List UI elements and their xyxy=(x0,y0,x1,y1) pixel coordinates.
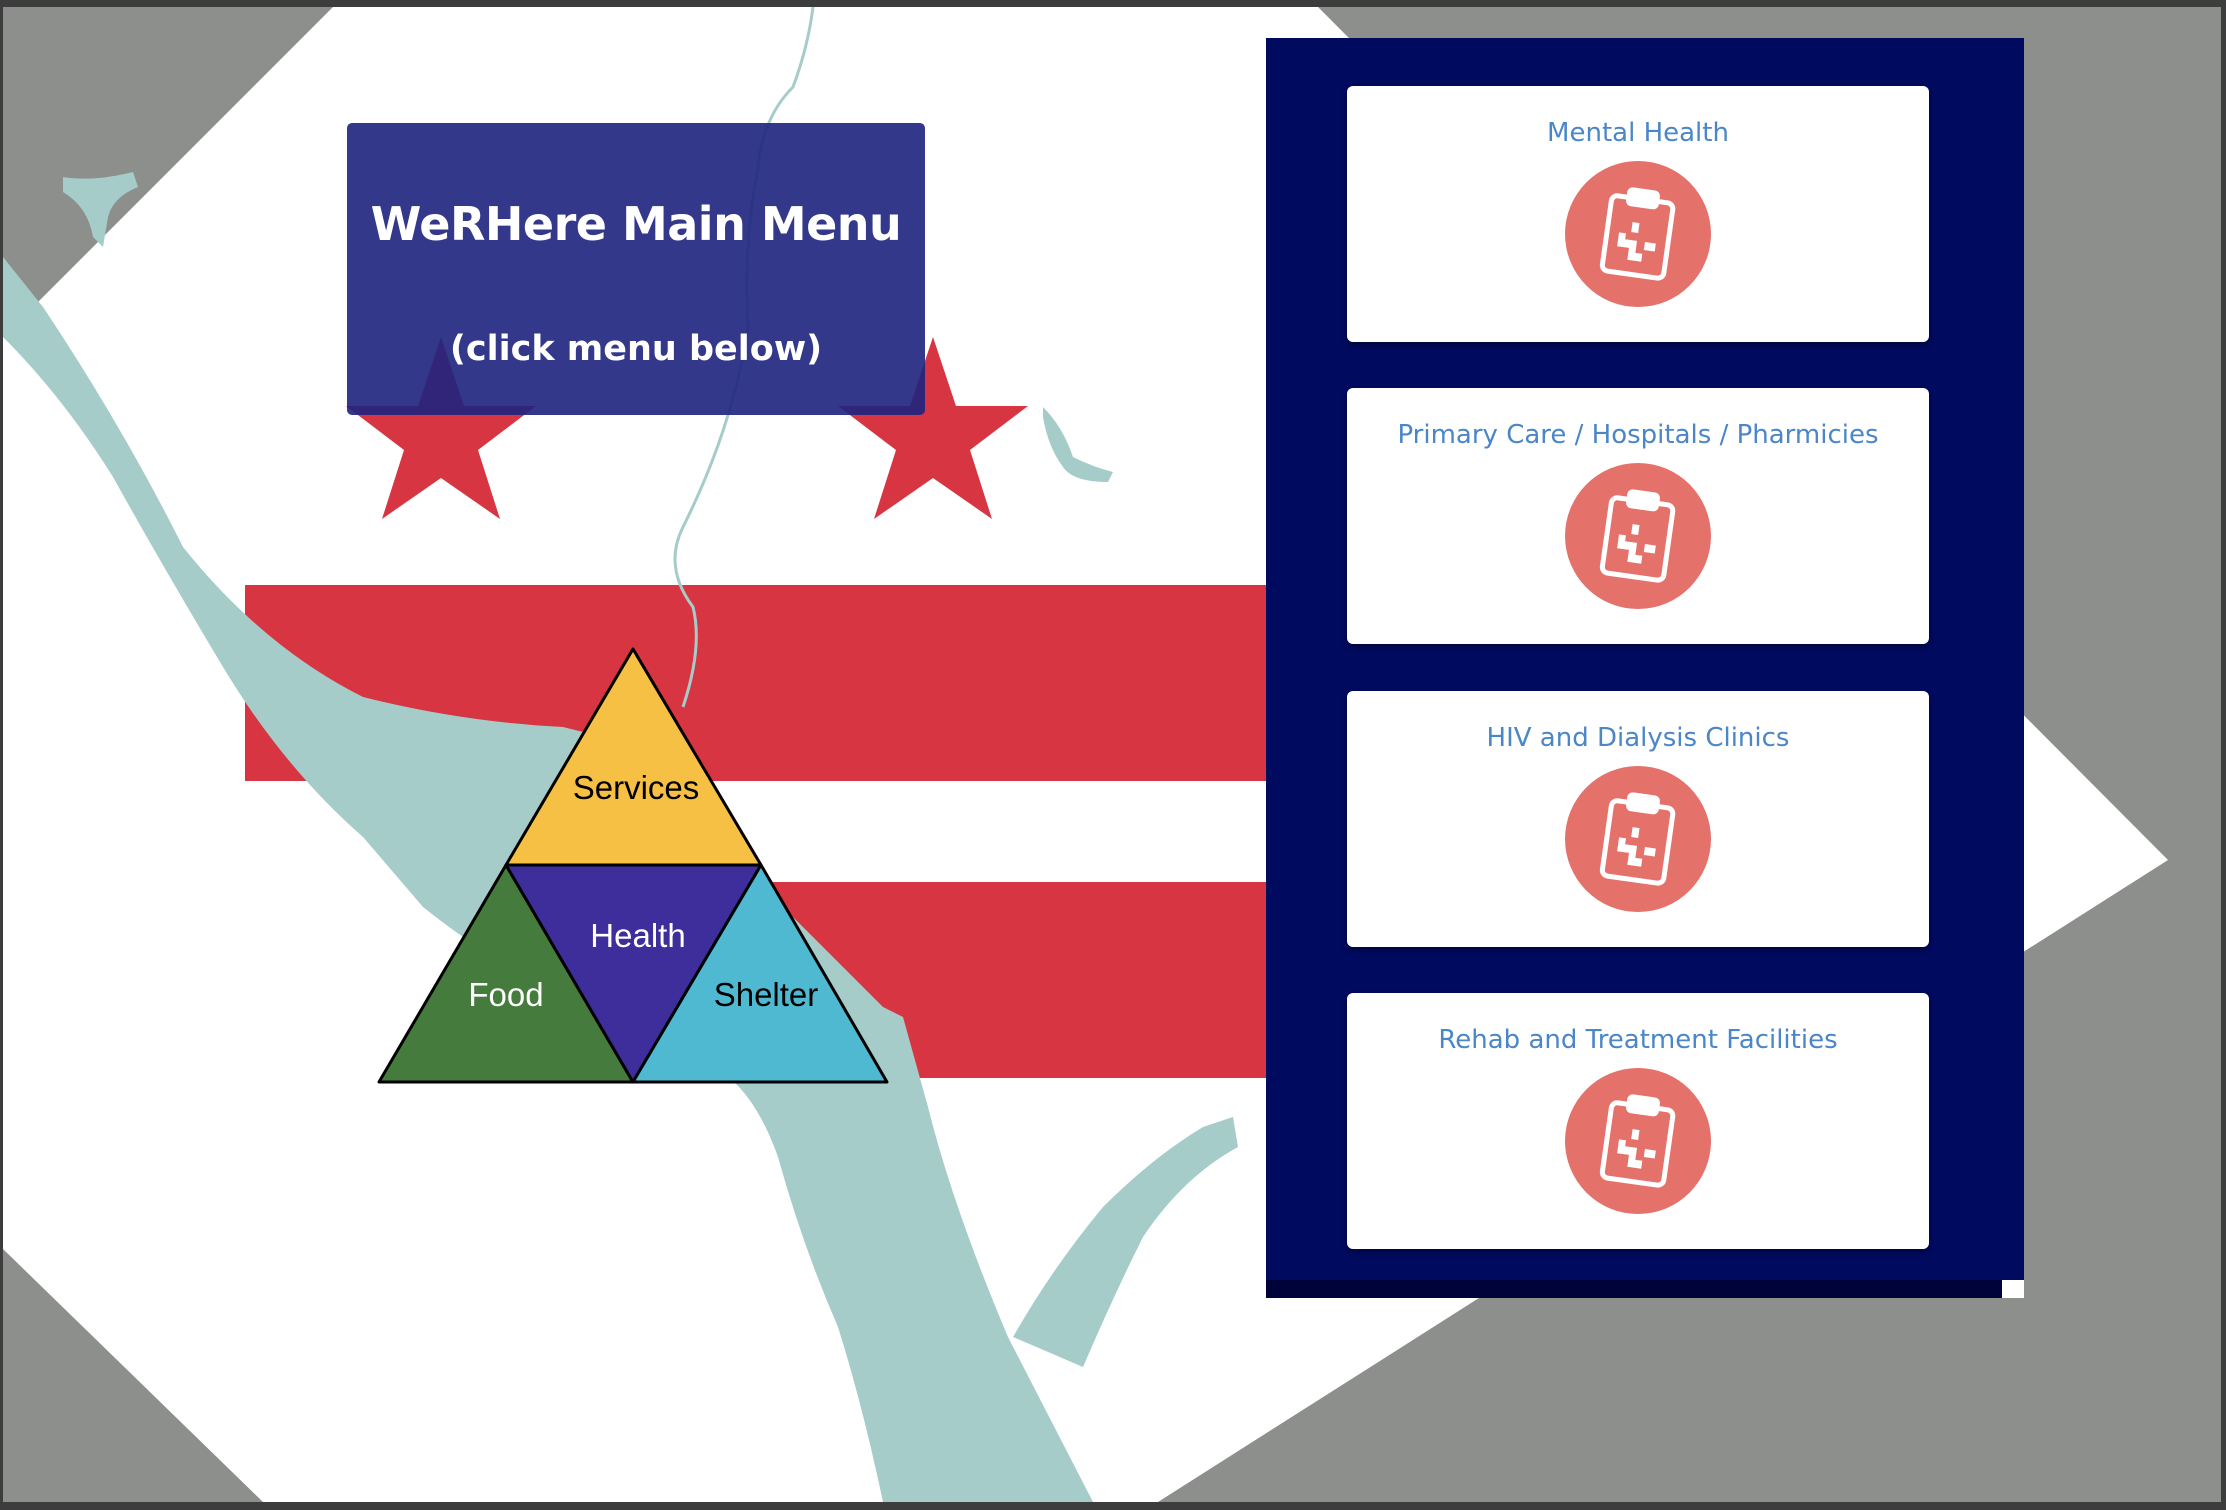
page-title: WeRHere Main Menu xyxy=(370,197,902,251)
health-submenu-panel: Mental Health Primary Care / Hospitals /… xyxy=(1266,38,2024,1298)
main-menu-header: WeRHere Main Menu (click menu below) xyxy=(347,123,925,415)
menu-card-label: Mental Health xyxy=(1547,118,1729,148)
menu-card-label: HIV and Dialysis Clinics xyxy=(1486,723,1790,753)
menu-card-rehab-treatment[interactable]: Rehab and Treatment Facilities xyxy=(1347,993,1929,1249)
pyramid-services[interactable]: Services xyxy=(504,647,763,867)
menu-card-hiv-dialysis[interactable]: HIV and Dialysis Clinics xyxy=(1347,691,1929,947)
pyramid-food-label: Food xyxy=(468,976,543,1013)
category-pyramid: Services Food Health Shelter xyxy=(377,647,889,1084)
menu-card-primary-care[interactable]: Primary Care / Hospitals / Pharmicies xyxy=(1347,388,1929,644)
medical-clipboard-icon xyxy=(1565,463,1711,609)
pyramid-health-label: Health xyxy=(590,917,685,954)
menu-card-label: Rehab and Treatment Facilities xyxy=(1438,1025,1838,1055)
panel-bottom-strip xyxy=(1266,1280,2002,1298)
menu-card-mental-health[interactable]: Mental Health xyxy=(1347,86,1929,342)
medical-clipboard-icon xyxy=(1565,766,1711,912)
medical-clipboard-icon xyxy=(1565,1068,1711,1214)
pyramid-shelter-label: Shelter xyxy=(714,976,819,1013)
page-subtitle: (click menu below) xyxy=(449,329,823,369)
menu-card-label: Primary Care / Hospitals / Pharmicies xyxy=(1397,420,1879,450)
medical-clipboard-icon xyxy=(1565,161,1711,307)
pyramid-services-label: Services xyxy=(573,769,700,806)
panel-corner xyxy=(2002,1280,2024,1298)
map-canvas: WeRHere Main Menu (click menu below) Ser… xyxy=(3,7,2221,1502)
